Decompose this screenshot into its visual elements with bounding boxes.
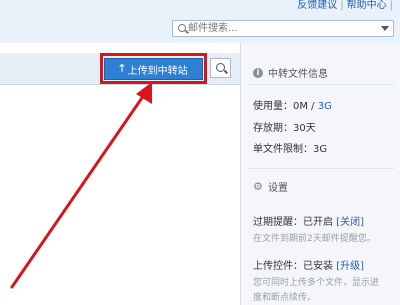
expiry-label: 过期提醒：	[253, 217, 303, 228]
help-center-link[interactable]: 帮助中心	[347, 0, 387, 11]
annotation-arrow-head	[136, 82, 152, 104]
control-row: 上传控件：已安装 [升级]	[253, 257, 364, 272]
control-hint-line-1: 您可同时上传多个文件，显示进	[253, 278, 380, 288]
limit-row: 单文件限制：3G	[253, 140, 327, 155]
expiry-status: 已开启	[303, 217, 333, 228]
transfer-info-title: 中转文件信息	[268, 69, 328, 80]
usage-used: 0M	[293, 101, 308, 112]
annotation-arrow-shaft	[10, 90, 148, 289]
settings-title: 设置	[268, 183, 288, 194]
expiry-row: 过期提醒：已开启 [关闭]	[253, 213, 364, 228]
settings-header: ⚙ 设置	[253, 179, 288, 195]
control-upgrade-link[interactable]: [升级]	[336, 261, 364, 272]
transfer-info-header: i 中转文件信息	[253, 65, 328, 80]
highlight-annotation-box	[100, 53, 207, 84]
mail-search-input[interactable]	[188, 22, 373, 35]
search-icon	[178, 24, 186, 32]
info-icon: i	[253, 67, 263, 78]
section-divider	[248, 84, 394, 85]
control-hint-line-2: 度和断点续传。	[253, 293, 317, 303]
control-label: 上传控件：	[253, 261, 303, 272]
top-header: 反馈建议 | 帮助中心 |	[0, 0, 400, 43]
expiry-hint: 在文件到期前2天邮件提醒您。	[253, 234, 376, 244]
usage-row: 使用量：0M / 3G	[253, 97, 332, 112]
top-link-separator: |	[340, 0, 344, 11]
period-label: 存放期：	[253, 123, 293, 134]
section-divider	[248, 168, 394, 169]
expiry-toggle-link[interactable]: [关闭]	[336, 217, 364, 228]
period-value: 30天	[293, 123, 316, 134]
file-search-button[interactable]	[210, 58, 231, 78]
control-status: 已安装	[303, 261, 333, 272]
top-link-separator-2: |	[389, 0, 393, 11]
period-row: 存放期：30天	[253, 119, 316, 134]
feedback-link[interactable]: 反馈建议	[297, 0, 337, 11]
limit-label: 单文件限制：	[253, 144, 313, 155]
search-icon	[216, 63, 225, 72]
usage-separator: /	[308, 101, 318, 112]
usage-label: 使用量：	[253, 101, 293, 112]
mail-search-box[interactable]	[172, 20, 394, 37]
search-dropdown-icon[interactable]	[381, 26, 389, 31]
usage-total: 3G	[317, 101, 332, 112]
limit-value: 3G	[313, 144, 328, 155]
top-links: 反馈建议 | 帮助中心 |	[297, 0, 396, 11]
gear-icon: ⚙	[253, 179, 263, 193]
